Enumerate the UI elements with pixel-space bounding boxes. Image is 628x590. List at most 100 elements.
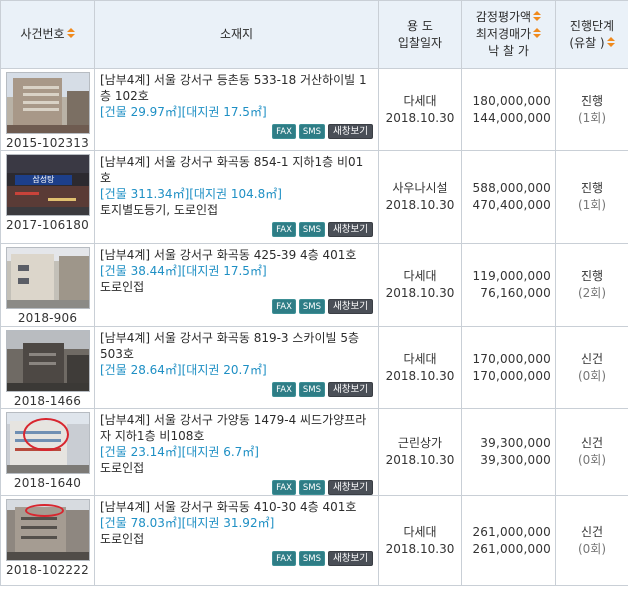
note-text: 도로인접: [100, 461, 145, 475]
sort-arrows-icon[interactable]: [533, 28, 542, 39]
use-date-cell: 다세대 2018.10.30: [378, 243, 462, 327]
col-header-fail-count-label: (유찰 ): [569, 35, 605, 50]
case-cell: 2018-1466: [0, 326, 95, 409]
table-row: 삼성탕 2017-106180 [남부4계] 서울 강서구 화곡동 854-1 …: [0, 150, 628, 244]
new-window-button[interactable]: 새창보기: [328, 382, 373, 397]
bid-date: 2018.10.30: [385, 286, 455, 300]
sort-arrows-icon[interactable]: [66, 28, 75, 39]
note-text: 도로인접: [100, 280, 145, 294]
col-header-price[interactable]: 감정평가액 최저경매가 낙 찰 가: [461, 0, 556, 69]
status-cell: 신건 (0회): [555, 495, 628, 586]
case-number[interactable]: 2017-106180: [3, 218, 92, 232]
status-text: 신건: [580, 436, 604, 450]
address-cell: [남부4계] 서울 강서구 화곡동 425-39 4층 401호 [건물 38.…: [94, 243, 379, 327]
area-text: [건물 311.34㎡][대지권 104.8㎡]: [100, 187, 282, 201]
area-text: [건물 28.64㎡][대지권 20.7㎡]: [100, 363, 267, 377]
bid-date: 2018.10.30: [385, 541, 455, 556]
sms-button[interactable]: SMS: [298, 299, 326, 314]
property-photo[interactable]: [5, 499, 90, 561]
appraisal-price: 261,000,000: [472, 524, 551, 539]
use-date-cell: 사우나시설 2018.10.30: [378, 150, 462, 244]
address-text[interactable]: [남부4계] 서울 강서구 화곡동 854-1 지하1층 비01호: [100, 154, 373, 186]
address-text[interactable]: [남부4계] 서울 강서구 등촌동 533-18 거산하이빌 1층 102호: [100, 72, 373, 104]
price-cell: 119,000,000 76,160,000: [461, 243, 556, 327]
sort-arrows-icon[interactable]: [533, 11, 542, 22]
address-text[interactable]: [남부4계] 서울 강서구 가양동 1479-4 씨드가양프라자 지하1층 비1…: [100, 412, 373, 444]
col-header-location-label: 소재지: [219, 27, 254, 41]
case-number[interactable]: 2018-1640: [3, 476, 92, 490]
col-header-use-date: 용 도 입찰일자: [378, 0, 462, 69]
address-cell: [남부4계] 서울 강서구 화곡동 410-30 4층 401호 [건물 78.…: [94, 495, 379, 586]
address-text[interactable]: [남부4계] 서울 강서구 화곡동 819-3 스카이빌 5층 503호: [100, 330, 373, 362]
bid-date: 2018.10.30: [385, 198, 455, 212]
new-window-button[interactable]: 새창보기: [328, 551, 373, 566]
fax-button[interactable]: FAX: [272, 551, 296, 566]
case-number[interactable]: 2015-102313: [3, 136, 92, 150]
col-header-winning-bid-label: 낙 찰 가: [488, 44, 529, 58]
action-buttons: FAX SMS 새창보기: [100, 123, 373, 139]
case-cell: 2018-102222: [0, 495, 95, 586]
fax-button[interactable]: FAX: [272, 480, 296, 495]
status-text: 진행: [580, 93, 604, 108]
sort-arrows-icon[interactable]: [606, 36, 615, 48]
col-header-status-label: 진행단계: [569, 18, 615, 33]
case-number[interactable]: 2018-102222: [3, 563, 92, 577]
table-row: 2018-1640 [남부4계] 서울 강서구 가양동 1479-4 씨드가양프…: [0, 408, 628, 496]
use-type: 다세대: [403, 524, 437, 539]
minimum-bid-price: 170,000,000: [472, 368, 551, 383]
sms-button[interactable]: SMS: [298, 480, 326, 495]
fail-count: (1회): [577, 110, 607, 125]
address-text[interactable]: [남부4계] 서울 강서구 화곡동 425-39 4층 401호: [100, 247, 373, 263]
auction-table: 사건번호 소재지 용 도 입찰일자 감정평가액 최저경매가 낙 찰 가 진행단계…: [0, 0, 628, 586]
address-cell: [남부4계] 서울 강서구 등촌동 533-18 거산하이빌 1층 102호 […: [94, 68, 379, 151]
new-window-button[interactable]: 새창보기: [328, 124, 373, 139]
address-text[interactable]: [남부4계] 서울 강서구 화곡동 410-30 4층 401호: [100, 499, 373, 515]
property-photo[interactable]: [5, 412, 90, 474]
property-photo[interactable]: [5, 330, 90, 392]
col-header-location: 소재지: [94, 0, 379, 69]
use-type: 사우나시설: [392, 181, 448, 195]
new-window-button[interactable]: 새창보기: [328, 480, 373, 495]
address-cell: [남부4계] 서울 강서구 화곡동 819-3 스카이빌 5층 503호 [건물…: [94, 326, 379, 409]
case-number[interactable]: 2018-906: [3, 311, 92, 325]
fail-count: (2회): [577, 286, 607, 300]
status-text: 진행: [580, 181, 604, 195]
minimum-bid-price: 261,000,000: [472, 541, 551, 556]
fax-button[interactable]: FAX: [272, 382, 296, 397]
col-header-appraisal-label: 감정평가액: [475, 10, 532, 24]
address-cell: [남부4계] 서울 강서구 화곡동 854-1 지하1층 비01호 [건물 31…: [94, 150, 379, 244]
status-cell: 진행 (1회): [555, 68, 628, 151]
col-header-case-no[interactable]: 사건번호: [0, 0, 95, 69]
status-text: 진행: [580, 269, 604, 283]
sms-button[interactable]: SMS: [298, 551, 326, 566]
use-type: 다세대: [403, 93, 437, 108]
sms-button[interactable]: SMS: [298, 382, 326, 397]
action-buttons: FAX SMS 새창보기: [100, 298, 373, 314]
case-cell: 삼성탕 2017-106180: [0, 150, 95, 244]
action-buttons: FAX SMS 새창보기: [100, 479, 373, 495]
col-header-use-label: 용 도: [407, 18, 433, 33]
sms-button[interactable]: SMS: [298, 124, 326, 139]
sms-button[interactable]: SMS: [298, 222, 326, 237]
fail-count: (1회): [577, 198, 607, 212]
fax-button[interactable]: FAX: [272, 124, 296, 139]
property-photo[interactable]: 삼성탕: [5, 154, 90, 216]
property-photo[interactable]: [5, 72, 90, 134]
price-cell: 170,000,000 170,000,000: [461, 326, 556, 409]
use-date-cell: 다세대 2018.10.30: [378, 326, 462, 409]
appraisal-price: 39,300,000: [480, 436, 551, 450]
case-number[interactable]: 2018-1466: [3, 394, 92, 408]
appraisal-price: 180,000,000: [472, 93, 551, 108]
table-row: 2018-1466 [남부4계] 서울 강서구 화곡동 819-3 스카이빌 5…: [0, 326, 628, 409]
new-window-button[interactable]: 새창보기: [328, 299, 373, 314]
property-photo[interactable]: [5, 247, 90, 309]
fax-button[interactable]: FAX: [272, 222, 296, 237]
action-buttons: FAX SMS 새창보기: [100, 221, 373, 237]
new-window-button[interactable]: 새창보기: [328, 222, 373, 237]
col-header-status[interactable]: 진행단계 (유찰 ): [555, 0, 628, 69]
fax-button[interactable]: FAX: [272, 299, 296, 314]
note-text: 토지별도등기, 도로인접: [100, 203, 219, 217]
use-type: 근린상가: [397, 436, 443, 450]
appraisal-price: 170,000,000: [472, 351, 551, 366]
table-row: 2018-102222 [남부4계] 서울 강서구 화곡동 410-30 4층 …: [0, 495, 628, 586]
